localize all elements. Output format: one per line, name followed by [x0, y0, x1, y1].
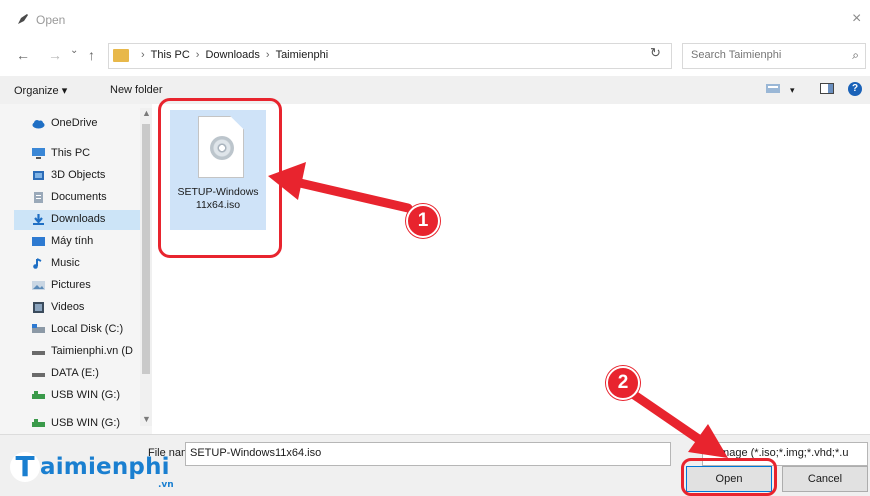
- sidebar-item-downloads[interactable]: Downloads: [14, 210, 148, 230]
- folder-icon: [113, 49, 129, 62]
- title-bar: Open ×: [0, 0, 870, 36]
- sidebar-item-3d-objects[interactable]: 3D Objects: [14, 166, 148, 186]
- sidebar-item-label: OneDrive: [51, 117, 98, 129]
- breadcrumb-taimienphi[interactable]: Taimienphi: [276, 49, 329, 61]
- scroll-down-icon[interactable]: ▼: [142, 414, 151, 424]
- sidebar-item-usb-win-g-root[interactable]: USB WIN (G:): [2, 414, 136, 434]
- window-title: Open: [36, 13, 66, 27]
- drive-icon: [32, 351, 45, 355]
- sidebar-item-label: Local Disk (C:): [51, 323, 124, 335]
- sidebar-item-label: Videos: [51, 301, 85, 313]
- sidebar-item-pictures[interactable]: Pictures: [14, 276, 148, 296]
- file-name-value: SETUP-Windows11x64.iso: [190, 447, 322, 459]
- sidebar-item-label: Documents: [51, 191, 107, 203]
- sidebar-item-videos[interactable]: Videos: [14, 298, 148, 318]
- breadcrumb-separator: ›: [141, 49, 145, 61]
- logo-text: aimienphi: [40, 454, 170, 480]
- usb-drive-icon: [32, 391, 45, 399]
- local-disk-icon: [32, 324, 45, 333]
- new-folder-button[interactable]: New folder: [110, 84, 163, 96]
- highlight-file-annotation: [158, 98, 282, 258]
- music-icon: [33, 258, 42, 269]
- sidebar-item-may-tinh[interactable]: Máy tính: [14, 232, 148, 252]
- organize-menu[interactable]: Organize ▾: [14, 84, 67, 97]
- recent-locations-icon[interactable]: ⌄: [70, 45, 78, 56]
- drive-icon: [32, 373, 45, 377]
- sidebar-item-label: USB WIN (G:): [51, 389, 121, 401]
- breadcrumb-separator: ›: [195, 49, 200, 61]
- search-box[interactable]: ⌕: [682, 43, 866, 69]
- preview-pane-icon[interactable]: [820, 83, 834, 94]
- sidebar-item-label: Music: [51, 257, 80, 269]
- view-dropdown-icon[interactable]: ▾: [790, 85, 795, 96]
- sidebar-item-label: Pictures: [51, 279, 91, 291]
- navigation-pane: OneDrive This PC 3D Objects Documents Do…: [0, 104, 152, 434]
- usb-drive-icon: [32, 419, 45, 427]
- close-icon[interactable]: ×: [852, 10, 861, 28]
- search-icon[interactable]: ⌕: [852, 48, 859, 63]
- documents-icon: [34, 192, 43, 203]
- sidebar-scrollbar[interactable]: ▲ ▼: [140, 108, 152, 426]
- sidebar-item-documents[interactable]: Documents: [14, 188, 148, 208]
- sidebar-item-label: 3D Objects: [51, 169, 106, 181]
- sidebar-item-label: USB WIN (G:): [51, 417, 121, 429]
- pc-icon: [32, 148, 45, 159]
- scrollbar-thumb[interactable]: [142, 124, 150, 374]
- help-icon[interactable]: ?: [848, 82, 862, 96]
- download-icon: [33, 214, 44, 225]
- open-dialog-icon: [18, 14, 28, 24]
- sidebar-item-label: Máy tính: [51, 235, 94, 247]
- sidebar-item-label: This PC: [51, 147, 91, 159]
- sidebar-item-this-pc[interactable]: This PC: [2, 144, 136, 164]
- sidebar-item-label: Taimienphi.vn (D: [51, 345, 133, 357]
- breadcrumb-downloads[interactable]: Downloads: [205, 49, 259, 61]
- up-arrow-icon[interactable]: ↑: [88, 47, 95, 63]
- sidebar-item-label: Downloads: [51, 213, 106, 225]
- desktop-icon: [32, 237, 45, 246]
- sidebar-item-local-disk-c[interactable]: Local Disk (C:): [14, 320, 148, 340]
- command-bar: Organize ▾ New folder ▾ ?: [0, 76, 870, 105]
- taimienphi-watermark-logo: Taimienphi .vn: [10, 452, 174, 490]
- breadcrumb: › This PC › Downloads › Taimienphi: [135, 49, 328, 61]
- sidebar-item-label: DATA (E:): [51, 367, 99, 379]
- view-options-icon[interactable]: [766, 83, 780, 94]
- file-name-input[interactable]: SETUP-Windows11x64.iso: [185, 442, 671, 466]
- forward-arrow-icon[interactable]: →: [48, 47, 62, 63]
- sidebar-item-music[interactable]: Music: [14, 254, 148, 274]
- open-file-dialog: Open × ← → ⌄ ↑ › This PC › Downloads › Taimie…: [0, 0, 870, 496]
- back-arrow-icon[interactable]: ←: [16, 47, 30, 63]
- sidebar-item-usb-win-g[interactable]: USB WIN (G:): [14, 386, 148, 406]
- cancel-button[interactable]: Cancel: [782, 466, 868, 492]
- logo-suffix: .vn: [158, 480, 174, 490]
- sidebar-item-taimienphi-d[interactable]: Taimienphi.vn (D: [14, 342, 148, 362]
- breadcrumb-separator: ›: [265, 49, 270, 61]
- pictures-icon: [32, 281, 45, 290]
- refresh-icon[interactable]: ↻: [650, 45, 661, 61]
- highlight-open-annotation: [681, 458, 777, 496]
- address-bar[interactable]: ›This PC›Downloads›Taimienphi ⌄: [108, 43, 737, 69]
- sidebar-item-onedrive[interactable]: OneDrive: [2, 114, 136, 134]
- scroll-up-icon[interactable]: ▲: [142, 108, 151, 118]
- step-2-badge: 2: [606, 366, 640, 400]
- 3d-objects-icon: [33, 171, 44, 180]
- breadcrumb-this-pc[interactable]: This PC: [151, 49, 190, 61]
- logo-initial: T: [10, 452, 40, 482]
- address-row: ← → ⌄ ↑ ›This PC›Downloads›Taimienphi ⌄ …: [0, 36, 870, 76]
- sidebar-item-data-e[interactable]: DATA (E:): [14, 364, 148, 384]
- videos-icon: [33, 302, 44, 313]
- step-1-badge: 1: [406, 204, 440, 238]
- search-input[interactable]: [689, 48, 841, 62]
- cloud-icon: [32, 120, 45, 129]
